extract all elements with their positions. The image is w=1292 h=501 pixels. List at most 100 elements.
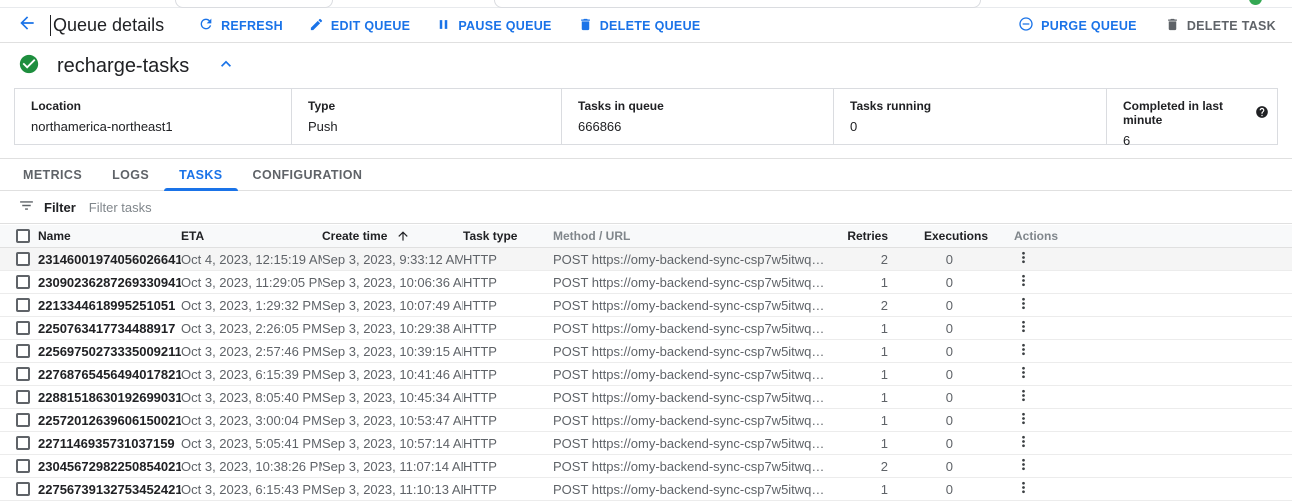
purge-queue-button[interactable]: PURGE QUEUE [1018, 16, 1137, 35]
task-name[interactable]: 22756739132753452421 [38, 482, 181, 497]
more-vert-icon [1015, 318, 1032, 338]
delete-task-button[interactable]: DELETE TASK [1165, 17, 1276, 35]
column-header-create-time[interactable]: Create time [322, 229, 463, 244]
column-header-create-time-label: Create time [322, 229, 387, 243]
more-actions-button[interactable] [1014, 250, 1032, 268]
row-checkbox[interactable] [16, 390, 30, 404]
row-checkbox[interactable] [16, 321, 30, 335]
filter-label: Filter [44, 200, 76, 215]
task-eta: Oct 3, 2023, 3:00:04 PM [181, 413, 322, 428]
task-name[interactable]: 2271146935731037159 [38, 436, 181, 451]
more-actions-button[interactable] [1014, 296, 1032, 314]
more-actions-button[interactable] [1014, 388, 1032, 406]
collapse-button[interactable] [215, 55, 237, 77]
row-checkbox[interactable] [16, 413, 30, 427]
more-actions-button[interactable] [1014, 342, 1032, 360]
more-vert-icon [1015, 272, 1032, 292]
row-checkbox[interactable] [16, 252, 30, 266]
row-checkbox[interactable] [16, 367, 30, 381]
column-header-method-url[interactable]: Method / URL [553, 229, 825, 243]
more-actions-button[interactable] [1014, 273, 1032, 291]
task-name[interactable]: 2250763417734488917 [38, 321, 181, 336]
task-executions: 0 [888, 413, 988, 428]
task-executions: 0 [888, 321, 988, 336]
delete-queue-button[interactable]: DELETE QUEUE [578, 17, 701, 35]
task-name[interactable]: 23090236287269330941 [38, 275, 181, 290]
task-eta: Oct 3, 2023, 6:15:43 PM [181, 482, 322, 497]
tab-configuration[interactable]: CONFIGURATION [238, 159, 378, 190]
trash-icon [1165, 17, 1180, 35]
task-actions-cell [988, 388, 1058, 406]
task-name[interactable]: 22572012639606150021 [38, 413, 181, 428]
refresh-button-label: REFRESH [221, 19, 283, 33]
task-executions: 0 [888, 344, 988, 359]
tab-metrics[interactable]: METRICS [8, 159, 97, 190]
column-header-retries[interactable]: Retries [825, 229, 888, 243]
back-button[interactable] [14, 13, 40, 39]
table-row[interactable]: 2213344618995251051 Oct 3, 2023, 1:29:32… [0, 294, 1292, 317]
pause-queue-button[interactable]: PAUSE QUEUE [436, 17, 551, 35]
toolbar: Queue details REFRESH EDIT QUEUE PAUSE Q… [0, 9, 1292, 43]
task-name[interactable]: 23146001974056026641 [38, 252, 181, 267]
column-header-eta[interactable]: ETA [181, 229, 322, 243]
task-name[interactable]: 22881518630192699031 [38, 390, 181, 405]
row-checkbox[interactable] [16, 275, 30, 289]
more-vert-icon [1015, 479, 1032, 499]
row-checkbox[interactable] [16, 459, 30, 473]
table-row[interactable]: 2250763417734488917 Oct 3, 2023, 2:26:05… [0, 317, 1292, 340]
tab-logs[interactable]: LOGS [97, 159, 164, 190]
task-method-url: POST https://omy-backend-sync-csp7w5itwq… [553, 298, 825, 313]
info-tasks-in-queue-value: 666866 [578, 119, 825, 134]
help-icon[interactable] [1255, 105, 1269, 122]
task-eta: Oct 3, 2023, 2:26:05 PM [181, 321, 322, 336]
task-create-time: Sep 3, 2023, 10:57:14 AM [322, 436, 463, 451]
row-checkbox[interactable] [16, 436, 30, 450]
more-actions-button[interactable] [1014, 365, 1032, 383]
task-create-time: Sep 3, 2023, 9:33:12 AM [322, 252, 463, 267]
task-type: HTTP [463, 482, 553, 497]
task-name[interactable]: 22768765456494017821 [38, 367, 181, 382]
task-method-url: POST https://omy-backend-sync-csp7w5itwq… [553, 321, 825, 336]
tab-tasks[interactable]: TASKS [164, 159, 237, 190]
task-actions-cell [988, 434, 1058, 452]
column-header-actions: Actions [988, 229, 1058, 243]
more-actions-button[interactable] [1014, 480, 1032, 498]
task-actions-cell [988, 296, 1058, 314]
column-header-task-type[interactable]: Task type [463, 229, 553, 243]
row-checkbox[interactable] [16, 344, 30, 358]
more-actions-button[interactable] [1014, 457, 1032, 475]
row-checkbox-cell [0, 413, 38, 427]
column-header-name[interactable]: Name [38, 229, 181, 243]
row-checkbox[interactable] [16, 482, 30, 496]
task-eta: Oct 3, 2023, 5:05:41 PM [181, 436, 322, 451]
task-name[interactable]: 2213344618995251051 [38, 298, 181, 313]
task-create-time: Sep 3, 2023, 11:07:14 AM [322, 459, 463, 474]
task-retries: 1 [825, 436, 888, 451]
column-header-executions[interactable]: Executions [888, 229, 988, 243]
more-actions-button[interactable] [1014, 411, 1032, 429]
table-row[interactable]: 22881518630192699031 Oct 3, 2023, 8:05:4… [0, 386, 1292, 409]
more-actions-button[interactable] [1014, 319, 1032, 337]
table-row[interactable]: 2271146935731037159 Oct 3, 2023, 5:05:41… [0, 432, 1292, 455]
table-row[interactable]: 22572012639606150021 Oct 3, 2023, 3:00:0… [0, 409, 1292, 432]
table-row[interactable]: 23146001974056026641 Oct 4, 2023, 12:15:… [0, 248, 1292, 271]
check-circle-icon [18, 53, 40, 80]
edit-queue-button[interactable]: EDIT QUEUE [309, 17, 410, 35]
table-row[interactable]: 22756739132753452421 Oct 3, 2023, 6:15:4… [0, 478, 1292, 501]
info-tasks-in-queue-label: Tasks in queue [578, 99, 825, 113]
filter-input[interactable] [89, 200, 489, 215]
info-tasks-in-queue: Tasks in queue 666866 [561, 89, 833, 144]
sort-ascending-icon[interactable] [396, 229, 410, 244]
task-create-time: Sep 3, 2023, 10:39:15 AM [322, 344, 463, 359]
task-eta: Oct 3, 2023, 2:57:46 PM [181, 344, 322, 359]
task-name[interactable]: 22569750273335009211 [38, 344, 181, 359]
row-checkbox[interactable] [16, 298, 30, 312]
table-row[interactable]: 22569750273335009211 Oct 3, 2023, 2:57:4… [0, 340, 1292, 363]
table-row[interactable]: 23045672982250854021 Oct 3, 2023, 10:38:… [0, 455, 1292, 478]
more-actions-button[interactable] [1014, 434, 1032, 452]
table-row[interactable]: 22768765456494017821 Oct 3, 2023, 6:15:3… [0, 363, 1292, 386]
refresh-button[interactable]: REFRESH [198, 16, 283, 35]
task-name[interactable]: 23045672982250854021 [38, 459, 181, 474]
select-all-checkbox[interactable] [16, 229, 30, 243]
table-row[interactable]: 23090236287269330941 Oct 3, 2023, 11:29:… [0, 271, 1292, 294]
